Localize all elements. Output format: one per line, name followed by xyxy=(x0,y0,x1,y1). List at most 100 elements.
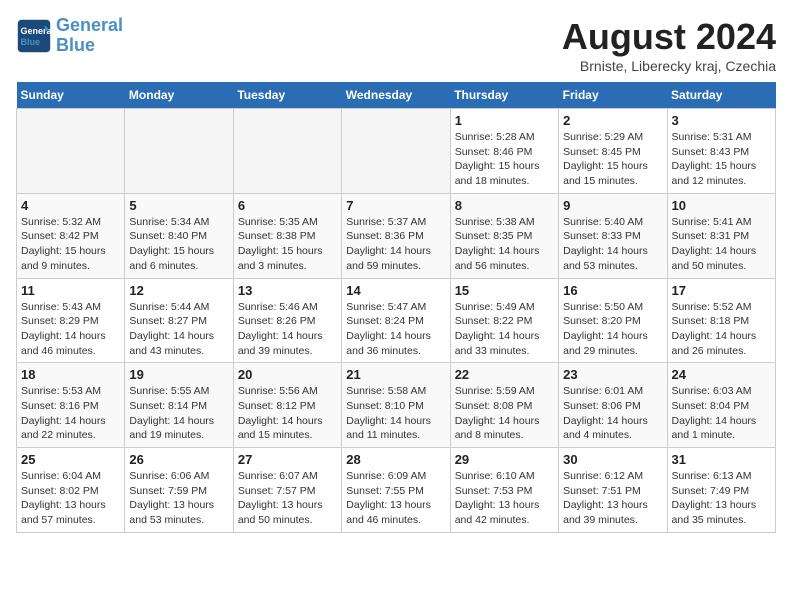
calendar-cell: 25Sunrise: 6:04 AMSunset: 8:02 PMDayligh… xyxy=(17,448,125,533)
day-info: Sunrise: 6:06 AMSunset: 7:59 PMDaylight:… xyxy=(129,469,228,528)
day-number: 7 xyxy=(346,198,445,213)
calendar-cell: 31Sunrise: 6:13 AMSunset: 7:49 PMDayligh… xyxy=(667,448,775,533)
day-number: 17 xyxy=(672,283,771,298)
day-number: 16 xyxy=(563,283,662,298)
calendar-cell: 29 Sunrise: 6:10 AMSunset: 7:53 PMDayligh… xyxy=(450,448,558,533)
day-number: 5 xyxy=(129,198,228,213)
calendar-cell: 28 Sunrise: 6:09 AMSunset: 7:55 PMDayligh… xyxy=(342,448,450,533)
day-number: 15 xyxy=(455,283,554,298)
day-number: 26 xyxy=(129,452,228,467)
calendar-cell: 1Sunrise: 5:28 AMSunset: 8:46 PMDaylight… xyxy=(450,109,558,194)
calendar-cell: 6 Sunrise: 5:35 AMSunset: 8:38 PMDaylight… xyxy=(233,193,341,278)
day-info: Sunrise: 5:29 AMSunset: 8:45 PMDaylight:… xyxy=(563,130,662,189)
calendar-cell: 16Sunrise: 5:50 AMSunset: 8:20 PMDayligh… xyxy=(559,278,667,363)
day-info: Sunrise: 5:31 AMSunset: 8:43 PMDaylight:… xyxy=(672,130,771,189)
calendar-cell: 4 Sunrise: 5:32 AMSunset: 8:42 PMDaylight… xyxy=(17,193,125,278)
calendar-cell: 11 Sunrise: 5:43 AMSunset: 8:29 PMDayligh… xyxy=(17,278,125,363)
weekday-header-monday: Monday xyxy=(125,82,233,109)
calendar-cell: 3 Sunrise: 5:31 AMSunset: 8:43 PMDaylight… xyxy=(667,109,775,194)
calendar-cell: 26 Sunrise: 6:06 AMSunset: 7:59 PMDayligh… xyxy=(125,448,233,533)
day-info: Sunrise: 5:49 AMSunset: 8:22 PMDaylight:… xyxy=(455,300,554,359)
day-info: Sunrise: 5:37 AMSunset: 8:36 PMDaylight:… xyxy=(346,215,445,274)
day-info: Sunrise: 5:44 AMSunset: 8:27 PMDaylight:… xyxy=(129,300,228,359)
calendar-week-4: 18Sunrise: 5:53 AMSunset: 8:16 PMDayligh… xyxy=(17,363,776,448)
calendar-cell: 14 Sunrise: 5:47 AMSunset: 8:24 PMDayligh… xyxy=(342,278,450,363)
logo-text: General Blue xyxy=(56,16,123,56)
day-info: Sunrise: 5:56 AMSunset: 8:12 PMDaylight:… xyxy=(238,384,337,443)
day-number: 18 xyxy=(21,367,120,382)
day-info: Sunrise: 5:38 AMSunset: 8:35 PMDaylight:… xyxy=(455,215,554,274)
calendar-cell xyxy=(125,109,233,194)
logo-icon: General Blue xyxy=(16,18,52,54)
calendar-cell: 18Sunrise: 5:53 AMSunset: 8:16 PMDayligh… xyxy=(17,363,125,448)
weekday-header-saturday: Saturday xyxy=(667,82,775,109)
calendar-cell: 24Sunrise: 6:03 AMSunset: 8:04 PMDayligh… xyxy=(667,363,775,448)
day-number: 29 xyxy=(455,452,554,467)
calendar-cell: 22Sunrise: 5:59 AMSunset: 8:08 PMDayligh… xyxy=(450,363,558,448)
day-number: 11 xyxy=(21,283,120,298)
day-info: Sunrise: 5:43 AMSunset: 8:29 PMDaylight:… xyxy=(21,300,120,359)
calendar-cell xyxy=(17,109,125,194)
calendar-cell: 21 Sunrise: 5:58 AMSunset: 8:10 PMDayligh… xyxy=(342,363,450,448)
calendar-cell: 2 Sunrise: 5:29 AMSunset: 8:45 PMDaylight… xyxy=(559,109,667,194)
day-number: 14 xyxy=(346,283,445,298)
calendar-body: 1Sunrise: 5:28 AMSunset: 8:46 PMDaylight… xyxy=(17,109,776,533)
day-number: 28 xyxy=(346,452,445,467)
calendar-cell: 17 Sunrise: 5:52 AMSunset: 8:18 PMDayligh… xyxy=(667,278,775,363)
day-number: 23 xyxy=(563,367,662,382)
weekday-header-wednesday: Wednesday xyxy=(342,82,450,109)
day-info: Sunrise: 6:12 AMSunset: 7:51 PMDaylight:… xyxy=(563,469,662,528)
day-info: Sunrise: 5:59 AMSunset: 8:08 PMDaylight:… xyxy=(455,384,554,443)
location-subtitle: Brniste, Liberecky kraj, Czechia xyxy=(562,58,776,74)
day-info: Sunrise: 6:01 AMSunset: 8:06 PMDaylight:… xyxy=(563,384,662,443)
weekday-header-tuesday: Tuesday xyxy=(233,82,341,109)
day-info: Sunrise: 6:13 AMSunset: 7:49 PMDaylight:… xyxy=(672,469,771,528)
calendar-cell: 15 Sunrise: 5:49 AMSunset: 8:22 PMDayligh… xyxy=(450,278,558,363)
calendar-cell: 13Sunrise: 5:46 AMSunset: 8:26 PMDayligh… xyxy=(233,278,341,363)
calendar-cell: 10Sunrise: 5:41 AMSunset: 8:31 PMDayligh… xyxy=(667,193,775,278)
day-info: Sunrise: 5:41 AMSunset: 8:31 PMDaylight:… xyxy=(672,215,771,274)
svg-text:Blue: Blue xyxy=(21,37,41,47)
day-info: Sunrise: 5:35 AMSunset: 8:38 PMDaylight:… xyxy=(238,215,337,274)
day-info: Sunrise: 5:32 AMSunset: 8:42 PMDaylight:… xyxy=(21,215,120,274)
calendar-cell: 19Sunrise: 5:55 AMSunset: 8:14 PMDayligh… xyxy=(125,363,233,448)
day-info: Sunrise: 5:47 AMSunset: 8:24 PMDaylight:… xyxy=(346,300,445,359)
weekday-row: SundayMondayTuesdayWednesdayThursdayFrid… xyxy=(17,82,776,109)
calendar-header: SundayMondayTuesdayWednesdayThursdayFrid… xyxy=(17,82,776,109)
day-number: 24 xyxy=(672,367,771,382)
day-info: Sunrise: 5:34 AMSunset: 8:40 PMDaylight:… xyxy=(129,215,228,274)
day-info: Sunrise: 5:55 AMSunset: 8:14 PMDaylight:… xyxy=(129,384,228,443)
day-number: 21 xyxy=(346,367,445,382)
day-number: 3 xyxy=(672,113,771,128)
calendar-cell xyxy=(342,109,450,194)
title-block: August 2024 Brniste, Liberecky kraj, Cze… xyxy=(562,16,776,74)
page-header: General Blue General Blue August 2024 Br… xyxy=(16,16,776,74)
day-number: 30 xyxy=(563,452,662,467)
calendar-cell: 7 Sunrise: 5:37 AMSunset: 8:36 PMDaylight… xyxy=(342,193,450,278)
day-number: 4 xyxy=(21,198,120,213)
calendar-cell: 27Sunrise: 6:07 AMSunset: 7:57 PMDayligh… xyxy=(233,448,341,533)
weekday-header-thursday: Thursday xyxy=(450,82,558,109)
calendar-cell: 5 Sunrise: 5:34 AMSunset: 8:40 PMDaylight… xyxy=(125,193,233,278)
calendar-cell: 23 Sunrise: 6:01 AMSunset: 8:06 PMDayligh… xyxy=(559,363,667,448)
day-info: Sunrise: 6:10 AMSunset: 7:53 PMDaylight:… xyxy=(455,469,554,528)
day-info: Sunrise: 5:52 AMSunset: 8:18 PMDaylight:… xyxy=(672,300,771,359)
calendar-week-5: 25Sunrise: 6:04 AMSunset: 8:02 PMDayligh… xyxy=(17,448,776,533)
day-number: 2 xyxy=(563,113,662,128)
day-number: 6 xyxy=(238,198,337,213)
calendar-week-1: 1Sunrise: 5:28 AMSunset: 8:46 PMDaylight… xyxy=(17,109,776,194)
day-number: 13 xyxy=(238,283,337,298)
calendar-cell: 9Sunrise: 5:40 AMSunset: 8:33 PMDaylight… xyxy=(559,193,667,278)
logo-line1: General xyxy=(56,15,123,35)
calendar-table: SundayMondayTuesdayWednesdayThursdayFrid… xyxy=(16,82,776,533)
day-info: Sunrise: 6:09 AMSunset: 7:55 PMDaylight:… xyxy=(346,469,445,528)
calendar-cell: 20Sunrise: 5:56 AMSunset: 8:12 PMDayligh… xyxy=(233,363,341,448)
calendar-cell: 8Sunrise: 5:38 AMSunset: 8:35 PMDaylight… xyxy=(450,193,558,278)
day-info: Sunrise: 5:40 AMSunset: 8:33 PMDaylight:… xyxy=(563,215,662,274)
day-info: Sunrise: 5:58 AMSunset: 8:10 PMDaylight:… xyxy=(346,384,445,443)
logo-line2: Blue xyxy=(56,35,95,55)
calendar-cell xyxy=(233,109,341,194)
calendar-cell: 12Sunrise: 5:44 AMSunset: 8:27 PMDayligh… xyxy=(125,278,233,363)
calendar-cell: 30 Sunrise: 6:12 AMSunset: 7:51 PMDayligh… xyxy=(559,448,667,533)
day-number: 1 xyxy=(455,113,554,128)
